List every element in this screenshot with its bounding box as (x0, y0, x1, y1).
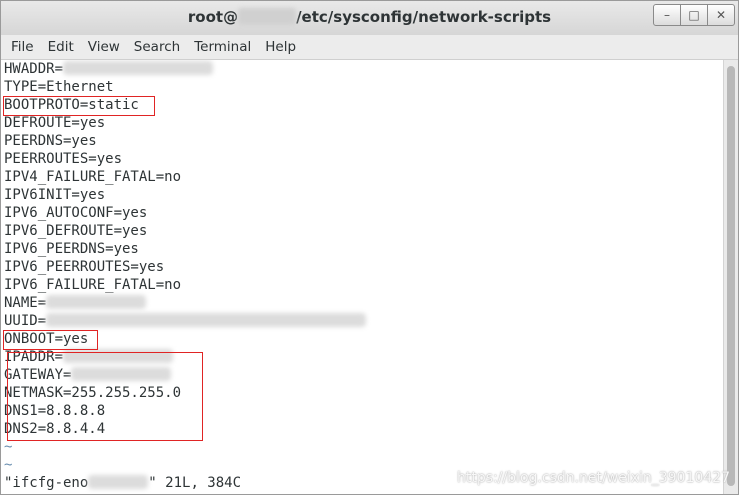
terminal-window: root@ /etc/sysconfig/network-scripts – □ … (0, 0, 739, 495)
menu-bar: File Edit View Search Terminal Help (1, 35, 738, 60)
config-line: DEFROUTE=yes (4, 115, 106, 131)
terminal-content[interactable]: HWADDR= TYPE=Ethernet BOOTPROTO=static D… (1, 60, 723, 494)
menu-search[interactable]: Search (127, 37, 187, 57)
redacted-value (88, 475, 149, 489)
menu-terminal[interactable]: Terminal (187, 37, 258, 57)
config-line: IPV6INIT=yes (4, 187, 106, 203)
watermark-text: https://blog.csdn.net/weixin_39010427 (456, 470, 730, 486)
menu-view[interactable]: View (81, 37, 127, 57)
config-line: TYPE=Ethernet (4, 79, 114, 95)
scrollbar-thumb[interactable] (727, 66, 735, 486)
config-line: IPV4_FAILURE_FATAL=no (4, 169, 182, 185)
config-line: PEERDNS=yes (4, 133, 97, 149)
redacted-value (46, 295, 147, 309)
window-controls: – □ ✕ (653, 4, 735, 26)
empty-line-tilde: ~ (4, 457, 13, 473)
menu-edit[interactable]: Edit (41, 37, 81, 57)
config-line: IPV6_FAILURE_FATAL=no (4, 277, 182, 293)
config-line: PEERROUTES=yes (4, 151, 123, 167)
config-line-uuid: UUID= (4, 312, 367, 330)
config-line: IPV6_AUTOCONF=yes (4, 205, 148, 221)
config-line: IPV6_DEFROUTE=yes (4, 223, 148, 239)
status-line: "ifcfg-eno " 21L, 384C (4, 475, 242, 491)
config-line-name: NAME= (4, 294, 147, 312)
config-line-hwaddr: HWADDR= (4, 60, 214, 78)
minimize-icon[interactable]: – (653, 4, 681, 26)
redacted-hostname (238, 8, 297, 25)
menu-file[interactable]: File (4, 37, 41, 57)
window-title: root@ /etc/sysconfig/network-scripts (1, 8, 738, 26)
close-icon[interactable]: ✕ (707, 4, 735, 26)
highlight-bootproto (3, 96, 155, 116)
highlight-network-settings (7, 352, 203, 441)
title-prefix: root@ (187, 8, 239, 26)
redacted-value (46, 313, 367, 327)
title-path: /etc/sysconfig/network-scripts (296, 8, 552, 26)
menu-help[interactable]: Help (258, 37, 303, 57)
maximize-icon[interactable]: □ (680, 4, 708, 26)
config-line: IPV6_PEERDNS=yes (4, 241, 139, 257)
highlight-onboot (3, 330, 98, 350)
vertical-scrollbar[interactable] (723, 60, 738, 494)
redacted-value (63, 61, 214, 75)
config-line: IPV6_PEERROUTES=yes (4, 259, 165, 275)
title-bar[interactable]: root@ /etc/sysconfig/network-scripts – □ … (1, 1, 738, 36)
